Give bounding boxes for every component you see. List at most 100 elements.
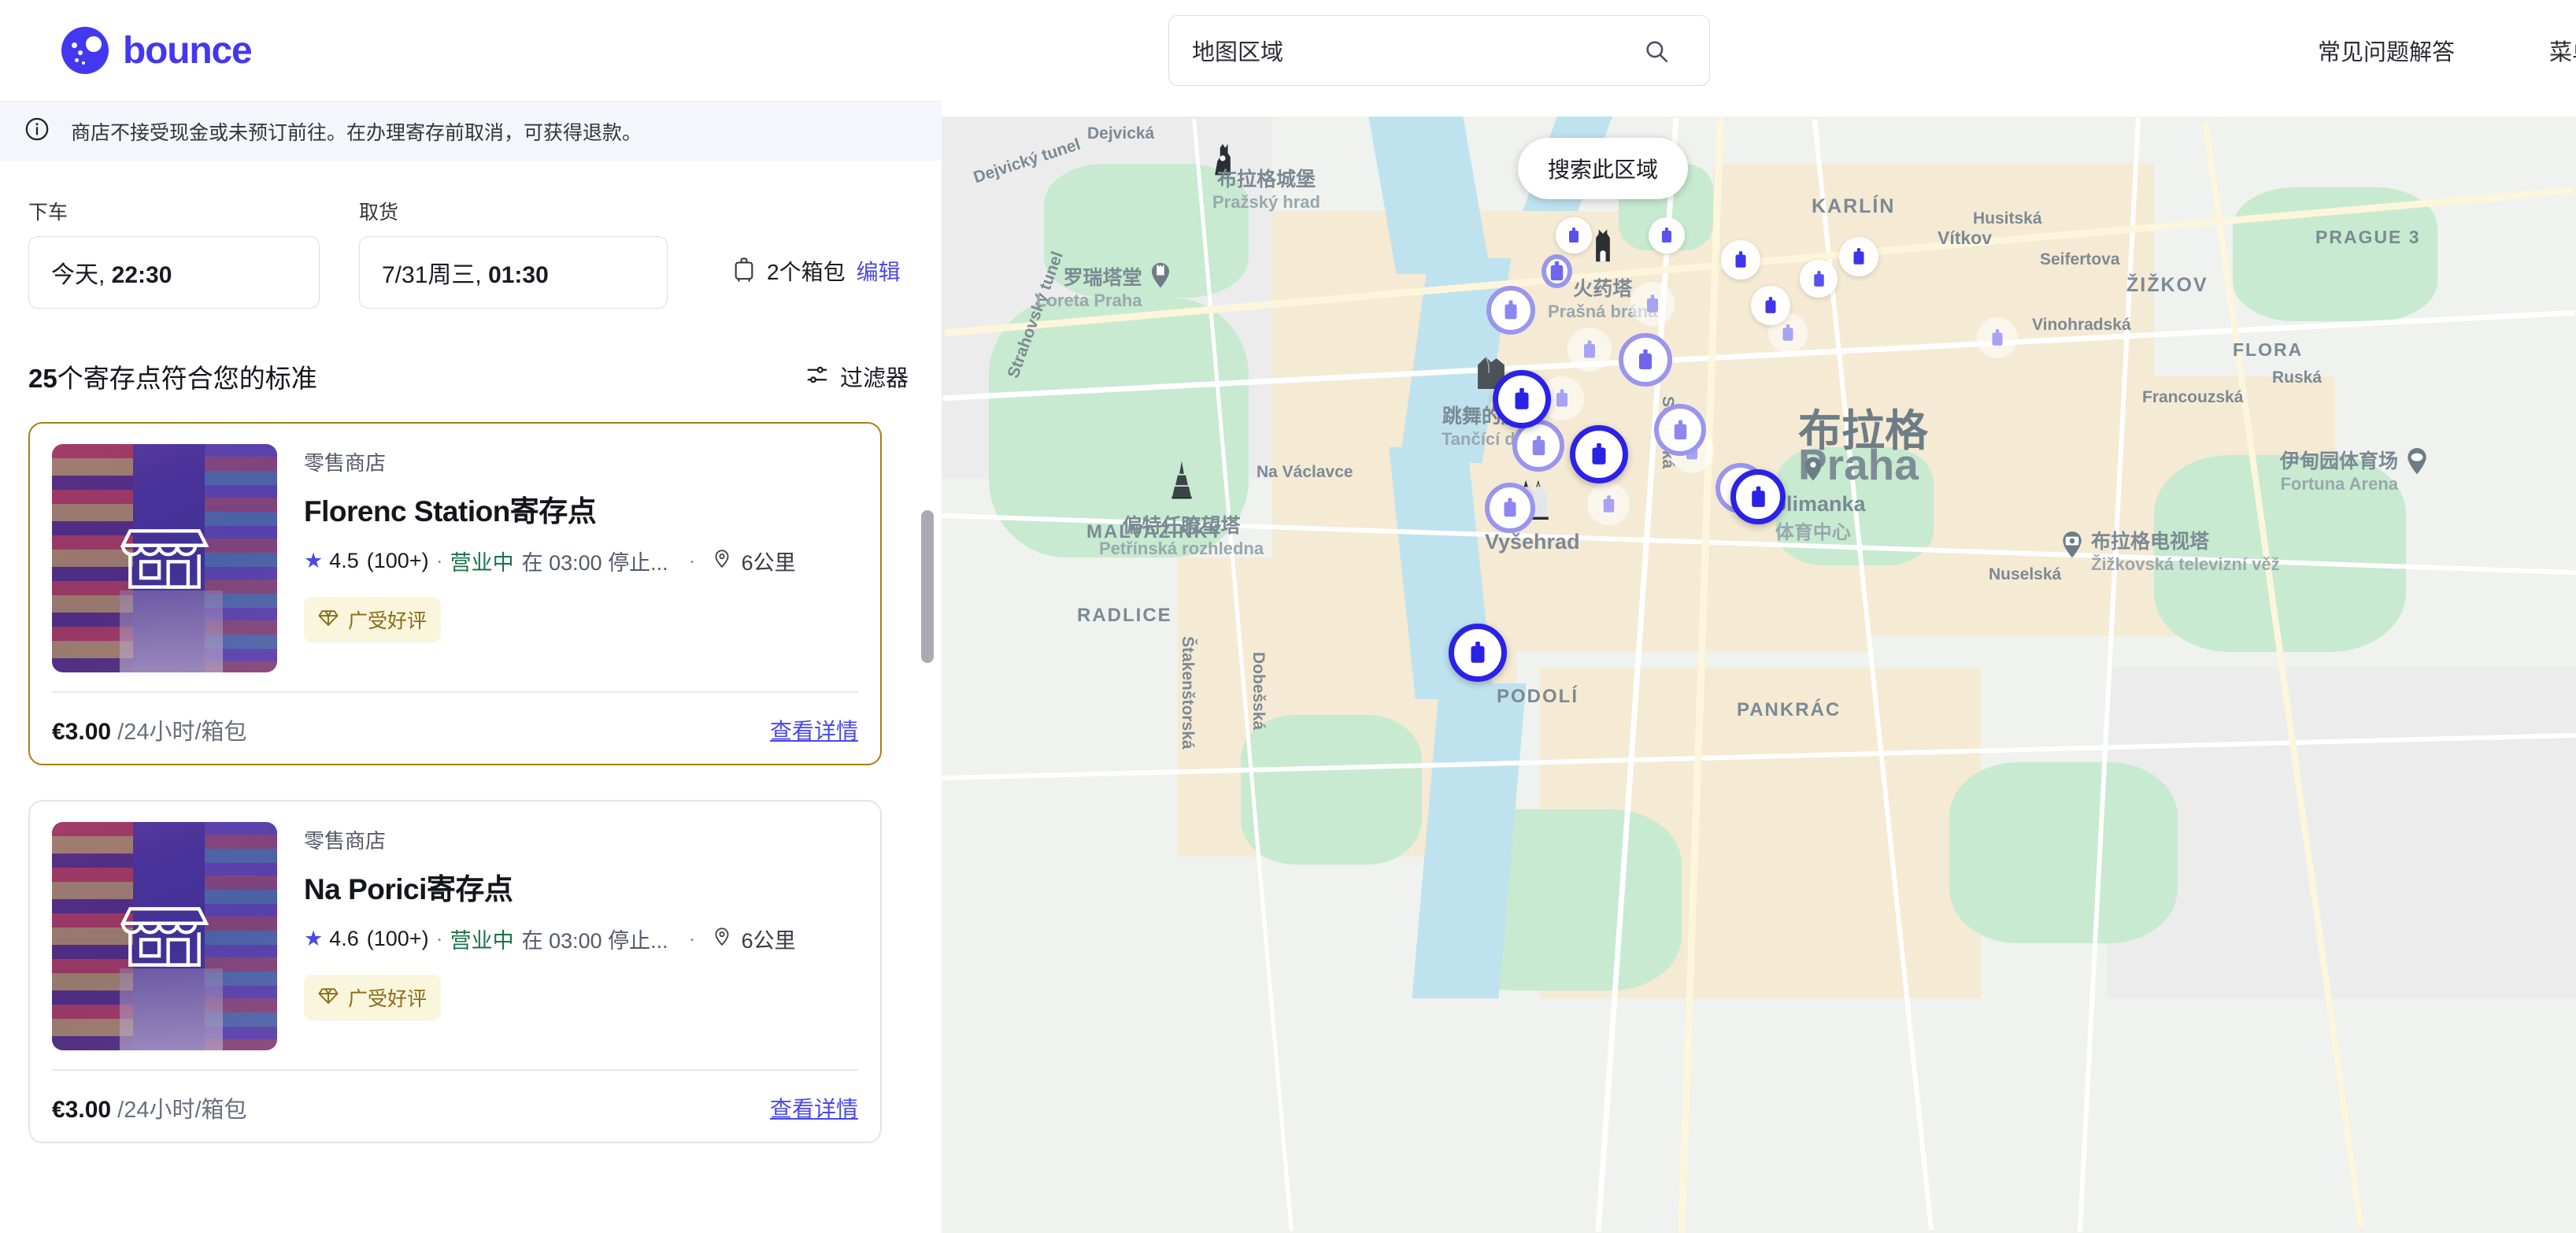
map-label-district: PRAGUE 3 (2315, 227, 2421, 247)
listing-name: Na Porici寄存点 (304, 873, 513, 905)
booking-dates-row: 下车 今天, 22:30 取货 7/31周三, 01:30 2个箱包 编辑 (0, 161, 942, 309)
map-poi-name-cz: Vyšehrad (1485, 530, 1580, 554)
map-label-street: Seifertova (2040, 250, 2120, 268)
bounce-logo[interactable]: bounce (61, 27, 253, 74)
map-storage-pin[interactable] (1649, 217, 1685, 254)
logo-wordmark: bounce (123, 29, 253, 72)
meta-separator-2: · (688, 927, 696, 950)
listing-badge: 广受好评 (304, 597, 442, 642)
map-poi-name-cz: Petřínská rozhledna (1099, 539, 1264, 558)
view-details-link[interactable]: 查看详情 (770, 1092, 858, 1124)
results-count-text: 个寄存点符合您的标准 (57, 364, 317, 393)
map-label-district: PODOLÍ (1497, 686, 1579, 707)
diamond-icon (318, 987, 339, 1009)
map-storage-pin[interactable] (1654, 404, 1706, 456)
map-storage-pin[interactable] (1721, 240, 1760, 280)
listing-meta: ★ 4.5 (100+) · 营业中 在 03:00 停止... · 6公里 (304, 546, 858, 576)
listing-closing-time: 在 03:00 停止... (521, 929, 668, 953)
map-poi-name-cz: Loreta Praha (1036, 291, 1142, 310)
results-count-heading: 25个寄存点符合您的标准 (28, 357, 317, 395)
map-storage-pin-selected[interactable] (1570, 425, 1628, 483)
tower-pin-icon (1149, 259, 1172, 293)
storefront-icon (120, 520, 209, 597)
map-label-street: Dejvická (1087, 124, 1155, 143)
pickup-input[interactable]: 7/31周三, 01:30 (359, 236, 668, 309)
map-storage-pin-selected[interactable] (1449, 624, 1507, 682)
listing-category: 零售商店 (304, 451, 387, 475)
map-label-district: ŽIŽKOV (2126, 274, 2208, 296)
pickup-label: 取货 (359, 202, 399, 224)
pickup-time: 01:30 (488, 262, 549, 288)
map-storage-pin[interactable] (1630, 282, 1675, 326)
bag-count-group: 2个箱包 编辑 (732, 255, 901, 287)
map-label-district: Vítkov (1938, 228, 1993, 248)
map-storage-pin[interactable] (1567, 328, 1612, 372)
listing-card[interactable]: 零售商店 Florenc Station寄存点 ★ 4.5 (100+) · 营… (28, 422, 882, 765)
listing-badge-label: 广受好评 (348, 610, 427, 632)
map-poi-name-zh: 伊甸园体育场 (2280, 450, 2399, 472)
map-poi-name-zh: 体育中心 (1775, 522, 1851, 543)
dropoff-date: 今天, (51, 262, 112, 288)
filter-label: 过滤器 (839, 366, 909, 391)
location-search-box[interactable]: 地图区域 (1168, 15, 1710, 86)
map-storage-pin[interactable] (1977, 317, 2018, 358)
map-storage-pin[interactable] (1486, 286, 1535, 335)
map-storage-pin[interactable] (1587, 483, 1630, 525)
map-label-district: PANKRÁC (1737, 699, 1841, 720)
map-storage-pin[interactable] (1751, 286, 1790, 325)
listing-price: €3.00 /24小时/箱包 (52, 1091, 247, 1124)
results-header-row: 25个寄存点符合您的标准 过滤器 (0, 309, 942, 395)
map-storage-pin[interactable] (1839, 237, 1878, 276)
results-panel: 商店不接受现金或未预订前往。在办理寄存前取消，可获得退款。 下车 今天, 22:… (0, 101, 942, 1233)
listing-cards: 零售商店 Florenc Station寄存点 ★ 4.5 (100+) · 营… (0, 422, 942, 1143)
nav-faq-link[interactable]: 常见问题解答 (2318, 34, 2455, 67)
listing-thumbnail (52, 822, 277, 1050)
meta-separator-1: · (435, 927, 443, 950)
listing-reviews: (100+) (366, 927, 429, 950)
map-poi: 布拉格电视塔 Žižkovská televizní věž (2060, 526, 2280, 575)
notice-banner: 商店不接受现金或未预订前往。在办理寄存前取消，可获得退款。 (0, 101, 942, 161)
listing-price-unit: /24小时/箱包 (117, 1098, 247, 1123)
map-view[interactable]: 搜索此区域 布拉格 Praha KARLÍN ŽIŽKOV PRAGUE 3 F… (942, 117, 2576, 1233)
results-scrollbar[interactable] (921, 510, 934, 663)
dropoff-input[interactable]: 今天, 22:30 (28, 236, 320, 309)
listing-price-unit: /24小时/箱包 (117, 720, 247, 745)
listing-thumbnail (52, 444, 277, 672)
listing-distance: 6公里 (741, 929, 796, 953)
meta-separator-2: · (688, 549, 696, 572)
park-pin-icon (1802, 454, 1824, 486)
nav-menu-button[interactable]: 菜单 (2549, 34, 2576, 67)
luggage-icon (732, 256, 756, 287)
map-poi-name-zh: 偏特任瞭望塔 (1122, 515, 1241, 537)
listing-card[interactable]: 零售商店 Na Porici寄存点 ★ 4.6 (100+) · 营业中 在 0… (28, 800, 882, 1143)
search-this-area-button[interactable]: 搜索此区域 (1518, 138, 1689, 199)
gate-tower-icon (1590, 227, 1616, 267)
bounce-dots-logo-icon (61, 27, 109, 74)
pickup-date: 7/31周三, (382, 262, 489, 288)
map-label-street: Husitská (1973, 209, 2042, 228)
listing-price-amount: €3.00 (52, 1097, 112, 1123)
listing-rating: 4.6 (329, 927, 359, 950)
view-details-link[interactable]: 查看详情 (770, 714, 858, 746)
map-storage-pin[interactable] (1542, 254, 1572, 288)
info-circle-icon (24, 116, 50, 146)
map-poi: 罗瑞塔堂 Loreta Praha (1036, 262, 1172, 311)
listing-price-amount: €3.00 (52, 719, 112, 745)
search-icon[interactable] (1643, 38, 1670, 68)
star-icon: ★ (304, 927, 324, 950)
search-input-value[interactable]: 地图区域 (1192, 34, 1283, 67)
notice-text: 商店不接受现金或未预订前往。在办理寄存前取消，可获得退款。 (71, 121, 642, 144)
map-storage-pin[interactable] (1556, 217, 1592, 254)
map-poi: 偏特任瞭望塔 Petřínská rozhledna (1099, 459, 1264, 559)
map-storage-pin[interactable] (1800, 260, 1838, 298)
map-storage-pin-selected[interactable] (1493, 370, 1551, 428)
dropoff-label: 下车 (28, 202, 68, 224)
listing-rating: 4.5 (329, 549, 359, 572)
filter-button[interactable]: 过滤器 (805, 360, 909, 393)
listing-price: €3.00 /24小时/箱包 (52, 713, 247, 746)
map-storage-pin-selected[interactable] (1730, 469, 1786, 524)
map-storage-pin[interactable] (1485, 483, 1535, 533)
map-storage-pin[interactable] (1619, 333, 1672, 387)
edit-bags-link[interactable]: 编辑 (857, 255, 901, 287)
map-label-district: RADLICE (1077, 605, 1172, 626)
